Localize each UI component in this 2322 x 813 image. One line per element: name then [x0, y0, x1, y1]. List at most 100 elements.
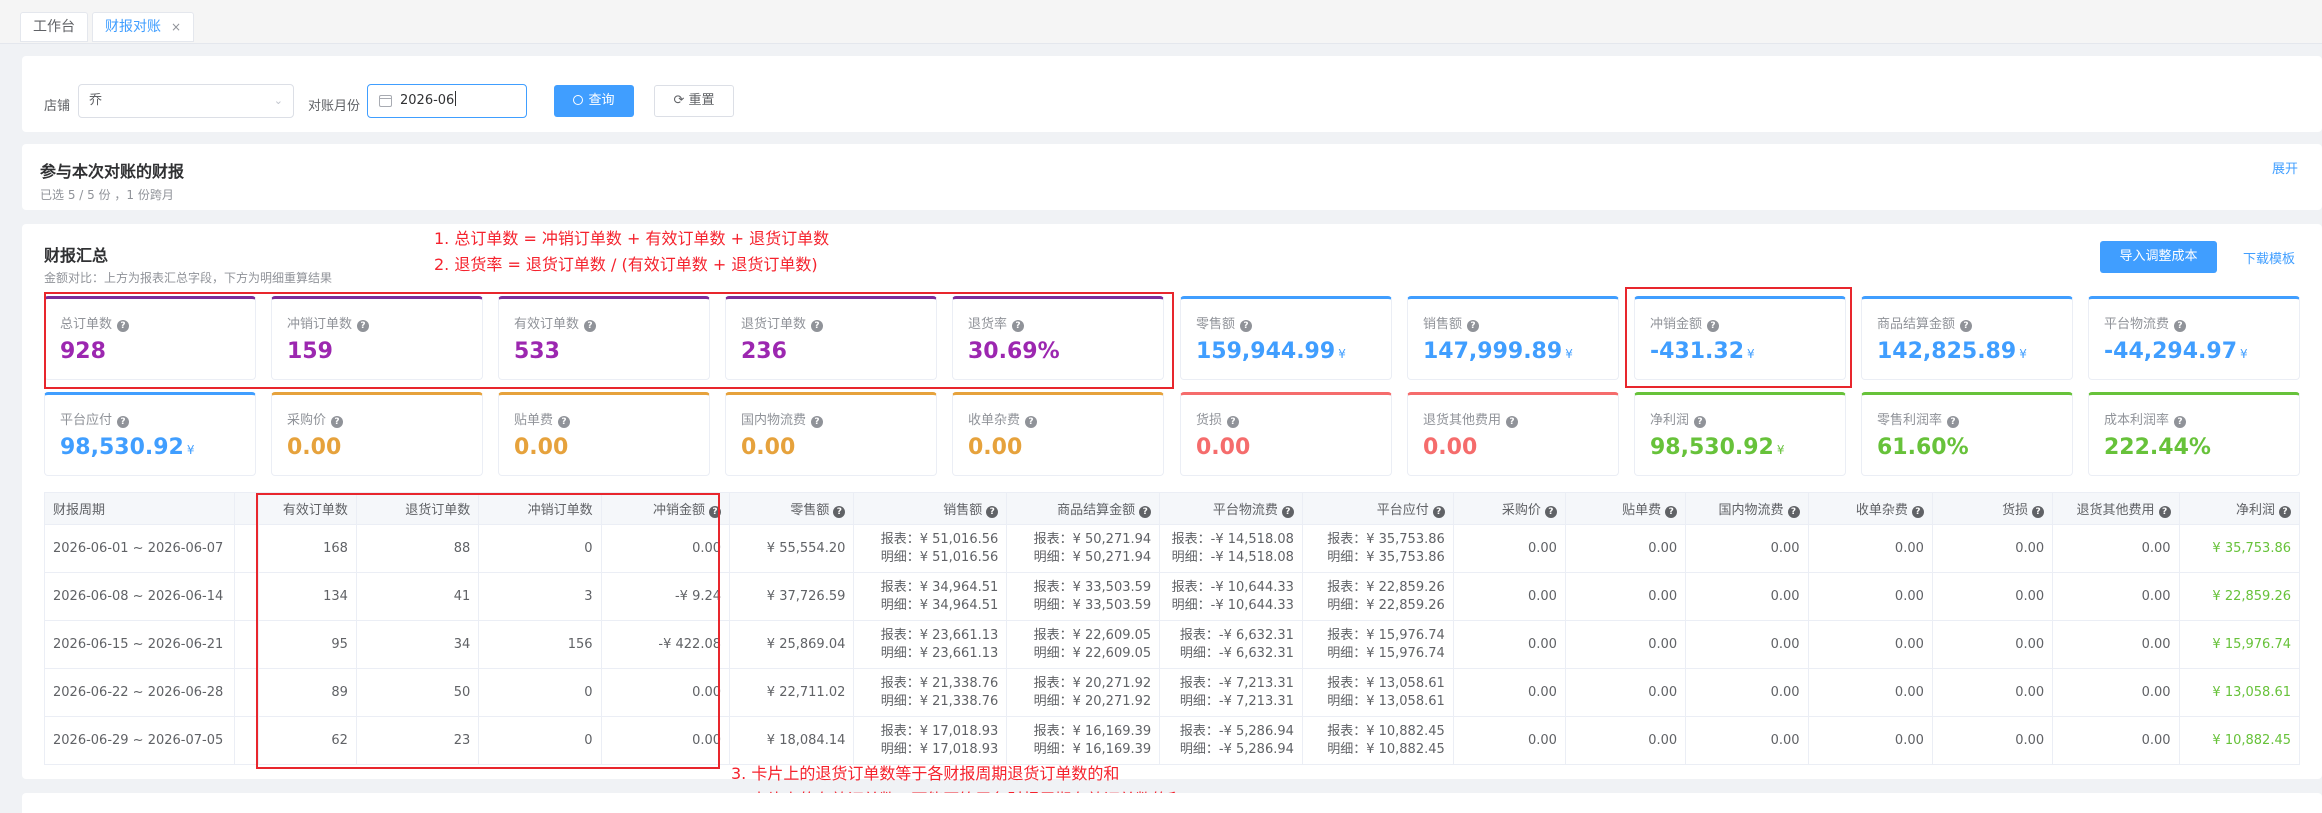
currency-unit: ¥	[1776, 443, 1785, 457]
question-icon[interactable]: ?	[1227, 416, 1240, 428]
annotation-3: 3. 卡片上的退货订单数等于各财报周期退货订单数的和	[731, 764, 1120, 783]
question-icon[interactable]: ?	[2279, 506, 2291, 518]
table-cell: 0.00	[1452, 668, 1566, 717]
table-cell: ¥ 37,726.59	[729, 572, 855, 621]
store-value: 乔	[89, 93, 103, 108]
question-icon[interactable]: ?	[331, 416, 344, 428]
column-header: 净利润?	[2178, 492, 2301, 525]
question-icon[interactable]: ?	[1787, 506, 1800, 518]
table-cell: ¥ 13,058.61	[2178, 668, 2301, 717]
table-cell: 报表：-¥ 7,213.31 明细：-¥ 7,213.31	[1159, 668, 1303, 717]
column-header: 退货其他费用?	[2052, 492, 2180, 525]
table-cell: 0.00	[1564, 572, 1687, 621]
table-cell: 0.00	[1452, 620, 1566, 669]
card-value: 0.00	[741, 435, 796, 460]
card-value: 0.00	[968, 435, 1023, 460]
participating-panel	[22, 144, 2322, 210]
question-icon[interactable]: ?	[1665, 506, 1678, 518]
question-icon[interactable]: ?	[1240, 320, 1253, 332]
table-cell	[233, 620, 260, 669]
download-template-link[interactable]: 下载模板	[2243, 248, 2295, 267]
table-cell: 报表：¥ 17,018.93 明细：¥ 17,018.93	[853, 716, 1008, 765]
query-button[interactable]: 查询	[554, 85, 634, 117]
summary-card: 零售利润率? 61.60%	[1861, 392, 2073, 476]
question-icon[interactable]: ?	[986, 506, 999, 518]
table-cell: ¥ 22,859.26	[2178, 572, 2301, 621]
text-caret	[455, 91, 457, 106]
question-icon[interactable]: ?	[1544, 506, 1557, 518]
card-value: 98,530.92 ¥	[60, 435, 195, 460]
summary-card: 贴单费? 0.00	[498, 392, 710, 476]
summary-card: 退货其他费用? 0.00	[1407, 392, 1619, 476]
summary-card: 商品结算金额? 142,825.89 ¥	[1861, 296, 2073, 380]
month-picker[interactable]: 2026-06	[367, 84, 527, 118]
card-label: 销售额?	[1423, 313, 1480, 332]
table-cell	[233, 716, 260, 765]
table-cell: 报表：¥ 51,016.56 明细：¥ 51,016.56	[853, 524, 1008, 573]
summary-card: 货损? 0.00	[1180, 392, 1392, 476]
card-value: 0.00	[514, 435, 569, 460]
card-value: 147,999.89 ¥	[1423, 339, 1573, 364]
question-icon[interactable]: ?	[1694, 416, 1707, 428]
table-cell: 0.00	[1931, 572, 2054, 621]
tab-report-reconcile[interactable]: 财报对账 ×	[92, 12, 195, 42]
reset-button[interactable]: ⟳ 重置	[654, 85, 734, 117]
column-header	[233, 492, 260, 525]
table-cell: 报表：-¥ 10,644.33 明细：-¥ 10,644.33	[1159, 572, 1303, 621]
table-cell: ¥ 25,869.04	[729, 620, 855, 669]
card-label: 平台应付?	[60, 409, 130, 428]
card-value: 0.00	[287, 435, 342, 460]
table-cell: 报表：¥ 16,169.39 明细：¥ 16,169.39	[1006, 716, 1161, 765]
question-icon[interactable]: ?	[2158, 506, 2171, 518]
question-icon[interactable]: ?	[2032, 506, 2045, 518]
summary-card: 净利润? 98,530.92 ¥	[1634, 392, 1846, 476]
question-icon[interactable]: ?	[2174, 416, 2187, 428]
participating-subtitle: 已选 5 / 5 份 ，1 份跨月	[40, 188, 174, 202]
question-icon[interactable]: ?	[833, 506, 846, 518]
table-cell: ¥ 15,976.74	[2178, 620, 2301, 669]
table-cell: 0.00	[1807, 572, 1933, 621]
annotation-box-table-counts	[256, 493, 720, 769]
card-label: 国内物流费?	[741, 409, 824, 428]
expand-link[interactable]: 展开	[2272, 158, 2298, 177]
card-value: 159,944.99 ¥	[1196, 339, 1346, 364]
table-cell: 0.00	[1564, 524, 1687, 573]
question-icon[interactable]: ?	[1911, 506, 1924, 518]
column-header: 销售额?	[853, 492, 1008, 525]
currency-unit: ¥	[1338, 347, 1346, 361]
card-label: 净利润?	[1650, 409, 1707, 428]
calendar-icon	[379, 95, 392, 107]
table-cell: ¥ 55,554.20	[729, 524, 855, 573]
table-cell: 报表：¥ 15,976.74 明细：¥ 15,976.74	[1301, 620, 1454, 669]
close-icon[interactable]: ×	[171, 20, 181, 34]
question-icon[interactable]: ?	[1139, 506, 1152, 518]
question-icon[interactable]: ?	[1025, 416, 1038, 428]
store-select[interactable]: 乔 ⌄	[78, 84, 294, 118]
question-icon[interactable]: ?	[117, 416, 130, 428]
question-icon[interactable]: ?	[811, 416, 824, 428]
question-icon[interactable]: ?	[1467, 320, 1480, 332]
card-label: 贴单费?	[514, 409, 571, 428]
table-cell: 2026-06-15 ~ 2026-06-21	[44, 620, 235, 669]
column-header: 贴单费?	[1564, 492, 1687, 525]
question-icon[interactable]: ?	[1281, 506, 1294, 518]
card-label: 退货其他费用?	[1423, 409, 1519, 428]
question-icon[interactable]: ?	[1506, 416, 1519, 428]
annotation-2: 2. 退货率 = 退货订单数 / (有效订单数 + 退货订单数)	[434, 255, 818, 274]
question-icon[interactable]: ?	[1960, 320, 1973, 332]
table-cell: 0.00	[1807, 524, 1933, 573]
tab-workbench[interactable]: 工作台	[20, 12, 88, 42]
table-cell: 0.00	[1685, 716, 1809, 765]
table-cell: 0.00	[1931, 524, 2054, 573]
question-icon[interactable]: ?	[1947, 416, 1960, 428]
table-cell: 0.00	[2052, 716, 2180, 765]
summary-card: 平台应付? 98,530.92 ¥	[44, 392, 256, 476]
summary-card: 国内物流费? 0.00	[725, 392, 937, 476]
annotation-1: 1. 总订单数 = 冲销订单数 + 有效订单数 + 退货订单数	[434, 229, 830, 248]
question-icon[interactable]: ?	[1432, 506, 1445, 518]
question-icon[interactable]: ?	[2174, 320, 2187, 332]
currency-unit: ¥	[2240, 347, 2248, 361]
question-icon[interactable]: ?	[558, 416, 571, 428]
import-cost-button[interactable]: 导入调整成本	[2100, 241, 2217, 273]
card-label: 采购价?	[287, 409, 344, 428]
